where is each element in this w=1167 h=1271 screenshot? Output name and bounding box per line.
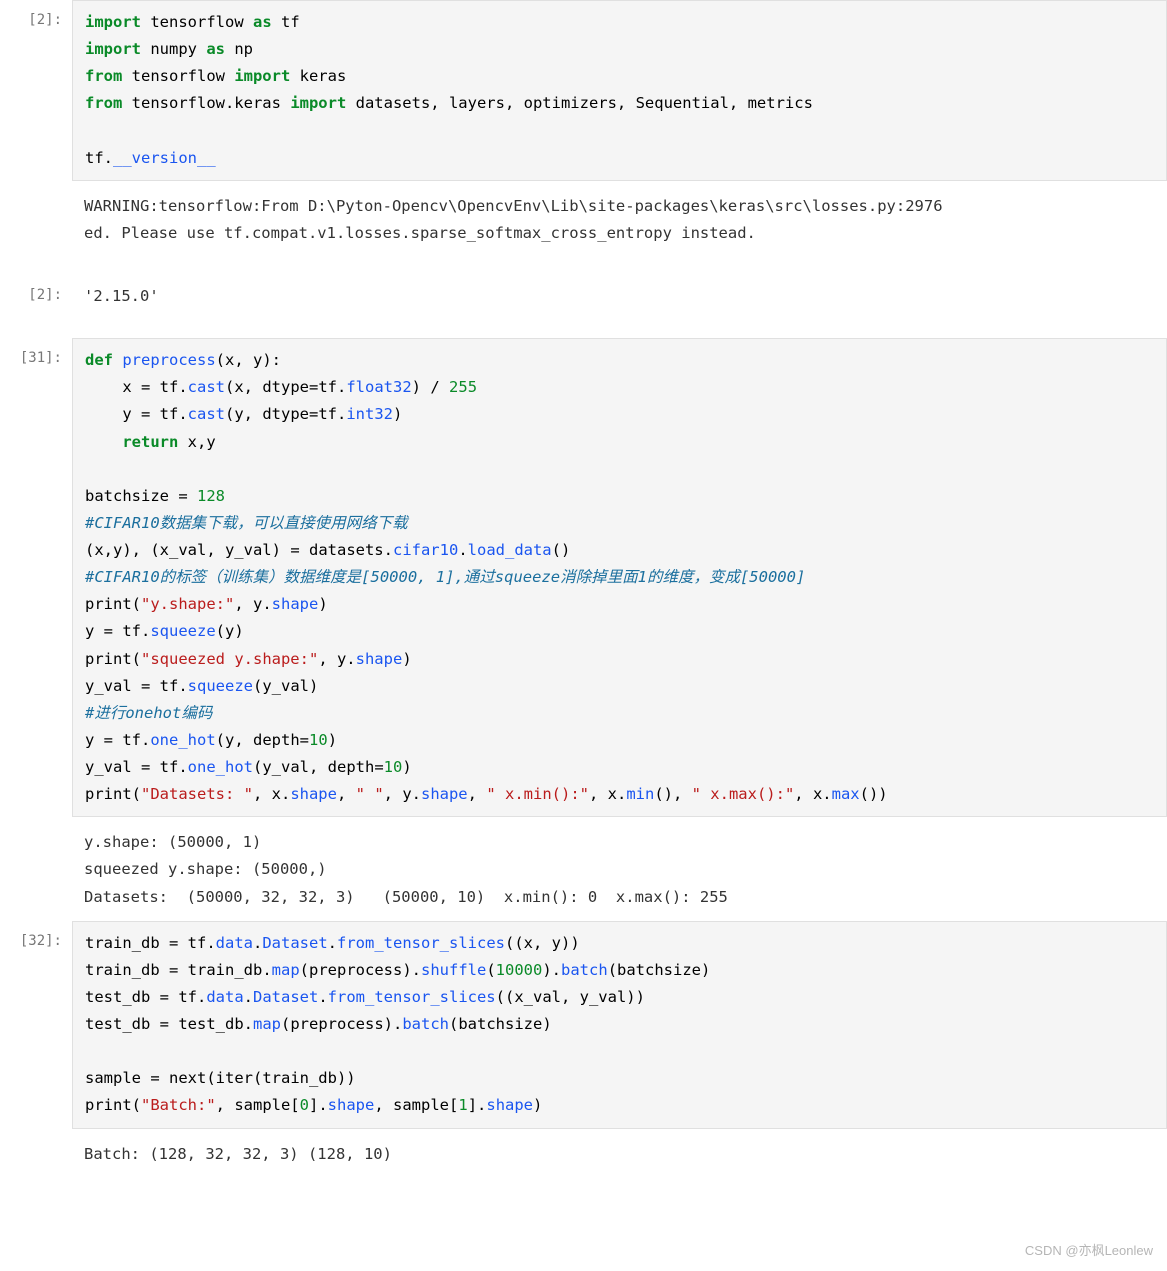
output-cell: y.shape: (50000, 1) squeezed y.shape: (5… [0,821,1167,916]
code-cell: [2]: import tensorflow as tf import nump… [0,0,1167,181]
output-cell: Batch: (128, 32, 32, 3) (128, 10) [0,1133,1167,1174]
result-cell: [2]: '2.15.0' [0,275,1167,316]
watermark: CSDN @亦枫Leonlew [1025,1240,1153,1263]
code-content: train_db = tf.data.Dataset.from_tensor_s… [85,930,1154,1120]
input-prompt: [31]: [0,338,72,817]
code-content: import tensorflow as tf import numpy as … [85,9,1154,172]
input-prompt: [32]: [0,921,72,1129]
input-prompt: [2]: [0,0,72,181]
code-input[interactable]: train_db = tf.data.Dataset.from_tensor_s… [72,921,1167,1129]
stdout: WARNING:tensorflow:From D:\Pyton-Opencv\… [72,185,1167,253]
output-cell: WARNING:tensorflow:From D:\Pyton-Opencv\… [0,185,1167,253]
code-cell: [31]: def preprocess(x, y): x = tf.cast(… [0,338,1167,817]
output-spacer [0,821,72,916]
stdout: y.shape: (50000, 1) squeezed y.shape: (5… [72,821,1167,916]
code-input[interactable]: import tensorflow as tf import numpy as … [72,0,1167,181]
output-spacer [0,1133,72,1174]
output-spacer [0,185,72,253]
code-content: def preprocess(x, y): x = tf.cast(x, dty… [85,347,1154,808]
code-input[interactable]: def preprocess(x, y): x = tf.cast(x, dty… [72,338,1167,817]
code-cell: [32]: train_db = tf.data.Dataset.from_te… [0,921,1167,1129]
result-value: '2.15.0' [72,275,1167,316]
stdout: Batch: (128, 32, 32, 3) (128, 10) [72,1133,1167,1174]
output-prompt: [2]: [0,275,72,316]
